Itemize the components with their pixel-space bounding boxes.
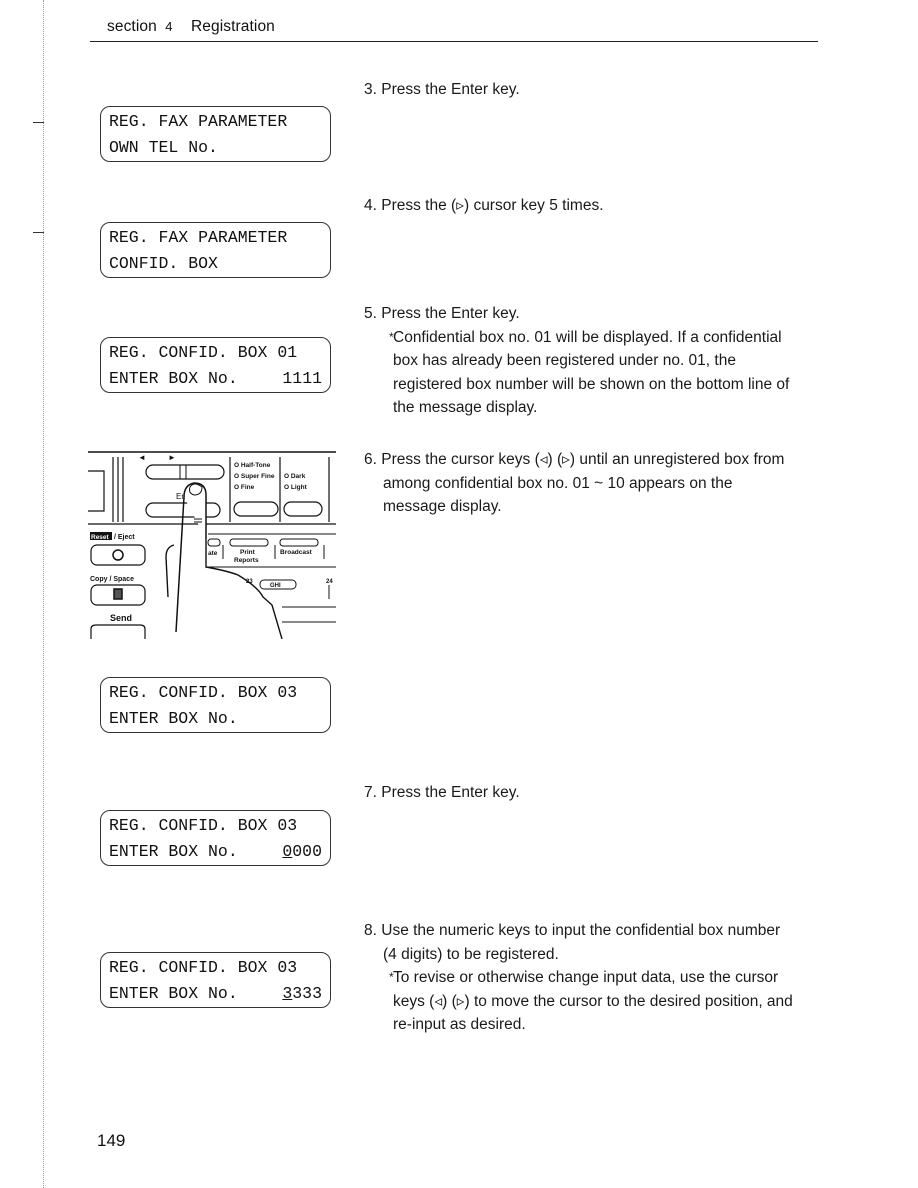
step-text: Press the Enter key. <box>381 305 520 322</box>
note-line: box has already been registered under no… <box>393 352 736 369</box>
light-indicator: O Light <box>284 484 308 491</box>
lcd-line-2: CONFID. BOX <box>109 254 218 273</box>
step-6: 6. Press the cursor keys (◃) (▹) until a… <box>364 448 784 519</box>
lcd-display-box-03-zero: REG. CONFID. BOX 03 ENTER BOX No. 0000 <box>100 810 331 866</box>
reports-label: Reports <box>234 557 259 564</box>
contrast-key-button <box>283 501 323 517</box>
step-7: 7. Press the Enter key. <box>364 781 520 805</box>
note-line: re-input as desired. <box>393 1016 526 1033</box>
step-number: 7. <box>364 784 377 801</box>
step-text: (4 digits) to be registered. <box>383 945 559 963</box>
section-header: section 4 Registration <box>107 18 275 36</box>
note-line: To revise or otherwise change input data… <box>393 969 779 986</box>
step-number: 8. <box>364 922 377 939</box>
send-label: Send <box>110 613 132 623</box>
lcd-line-1: REG. FAX PARAMETER <box>109 112 288 131</box>
reset-key-icon <box>112 549 124 561</box>
lcd-digits: 333 <box>292 984 322 1003</box>
header-rule <box>90 41 818 42</box>
page-number: 149 <box>97 1131 126 1150</box>
lcd-line-2: ENTER BOX No. <box>109 369 238 388</box>
finger-outline <box>183 482 207 539</box>
broadcast-label: Broadcast <box>280 549 313 556</box>
step-text: Press the Enter key. <box>381 81 520 98</box>
print-label: Print <box>240 549 256 556</box>
step-4: 4. Press the (▹) cursor key 5 times. <box>364 194 604 218</box>
lcd-line-1: REG. CONFID. BOX 03 <box>109 958 298 977</box>
lcd-line-1: REG. CONFID. BOX 03 <box>109 816 298 835</box>
lcd-display-confid-box: REG. FAX PARAMETER CONFID. BOX <box>100 222 331 278</box>
step-number: 6. <box>364 451 377 468</box>
step-number: 3. <box>364 81 377 98</box>
cursor-left-arrow-icon: ◄ <box>138 453 146 462</box>
note-line: keys (◃) (▹) to move the cursor to the d… <box>393 992 793 1010</box>
key-23-label: 23 <box>246 579 253 585</box>
lcd-cursor-digit: 3 <box>282 984 293 1003</box>
step-text: Press the cursor keys (◃) (▹) until an u… <box>381 451 785 468</box>
section-label: section <box>107 18 157 35</box>
note-line: registered box number will be shown on t… <box>393 375 790 393</box>
reset-eject-key <box>90 544 146 566</box>
step-number: 5. <box>364 305 377 322</box>
copy-key-icon <box>113 588 123 600</box>
lcd-display-own-tel: REG. FAX PARAMETER OWN TEL No. <box>100 106 331 162</box>
broadcast-key <box>279 538 319 547</box>
ghi-label: GHI <box>270 583 281 589</box>
binding-edge-line <box>43 0 44 1188</box>
lcd-box-number: 0000 <box>282 842 322 862</box>
lcd-display-box-03: REG. CONFID. BOX 03 ENTER BOX No. <box>100 677 331 733</box>
step-text: Use the numeric keys to input the confid… <box>381 922 781 939</box>
ate-label: ate <box>208 550 218 557</box>
super-fine-indicator: O Super Fine <box>234 473 275 480</box>
step-text: Press the (▹) cursor key 5 times. <box>381 197 604 214</box>
note-line: the message display. <box>393 399 538 416</box>
key-partial <box>207 538 221 547</box>
step-5: 5. Press the Enter key. * Confidential b… <box>364 302 789 420</box>
key-24-label: 24 <box>326 579 333 585</box>
note-line: Confidential box no. 01 will be displaye… <box>393 328 782 346</box>
print-reports-key <box>229 538 269 547</box>
step-3: 3. Press the Enter key. <box>364 78 520 102</box>
lcd-line-1: REG. FAX PARAMETER <box>109 228 288 247</box>
step-number: 4. <box>364 197 377 214</box>
hand-palm-outline <box>165 544 175 598</box>
lcd-line-2: OWN TEL No. <box>109 138 218 157</box>
lcd-digits: 000 <box>292 842 322 861</box>
step-text: Press the Enter key. <box>381 784 520 801</box>
lcd-line-2: ENTER BOX No. <box>109 842 238 861</box>
lcd-line-2: ENTER BOX No. <box>109 709 238 728</box>
note-asterisk: * <box>389 970 394 984</box>
section-title: Registration <box>191 18 275 35</box>
step-8: 8. Use the numeric keys to input the con… <box>364 919 793 1037</box>
lcd-line-1: REG. CONFID. BOX 03 <box>109 683 298 702</box>
step-note: * To revise or otherwise change input da… <box>364 966 793 1037</box>
half-tone-indicator: O Half-Tone <box>234 462 271 469</box>
lcd-line-2: ENTER BOX No. <box>109 984 238 1003</box>
section-number: 4 <box>165 19 173 34</box>
send-key <box>90 624 146 639</box>
lcd-display-box-01: REG. CONFID. BOX 01 ENTER BOX No. 1111 <box>100 337 331 393</box>
control-panel-illustration: ◄ ► Ente O Half-Tone O Super Fine O Fine… <box>88 451 336 639</box>
margin-tick-mark <box>33 232 44 233</box>
step-text: message display. <box>383 498 502 515</box>
cursor-right-arrow-icon: ► <box>168 453 176 462</box>
lcd-cursor-digit: 0 <box>282 842 293 861</box>
cursor-key-button <box>145 464 225 480</box>
lcd-display-box-03-entered: REG. CONFID. BOX 03 ENTER BOX No. 3333 <box>100 952 331 1008</box>
reset-label: Reset <box>91 534 110 541</box>
eject-label: / Eject <box>114 534 135 541</box>
lcd-box-number: 3333 <box>282 984 322 1004</box>
dark-indicator: O Dark <box>284 473 306 480</box>
resolution-key-button <box>233 501 279 517</box>
note-asterisk: * <box>389 329 394 344</box>
lcd-line-1: REG. CONFID. BOX 01 <box>109 343 298 362</box>
step-text: among confidential box no. 01 ~ 10 appea… <box>383 474 733 492</box>
step-note: * Confidential box no. 01 will be displa… <box>364 326 789 420</box>
fine-indicator: O Fine <box>234 484 255 491</box>
margin-tick-mark <box>33 122 44 123</box>
display-window-edge <box>88 470 105 512</box>
copy-space-label: Copy / Space <box>90 576 134 583</box>
lcd-box-number: 1111 <box>282 369 322 388</box>
